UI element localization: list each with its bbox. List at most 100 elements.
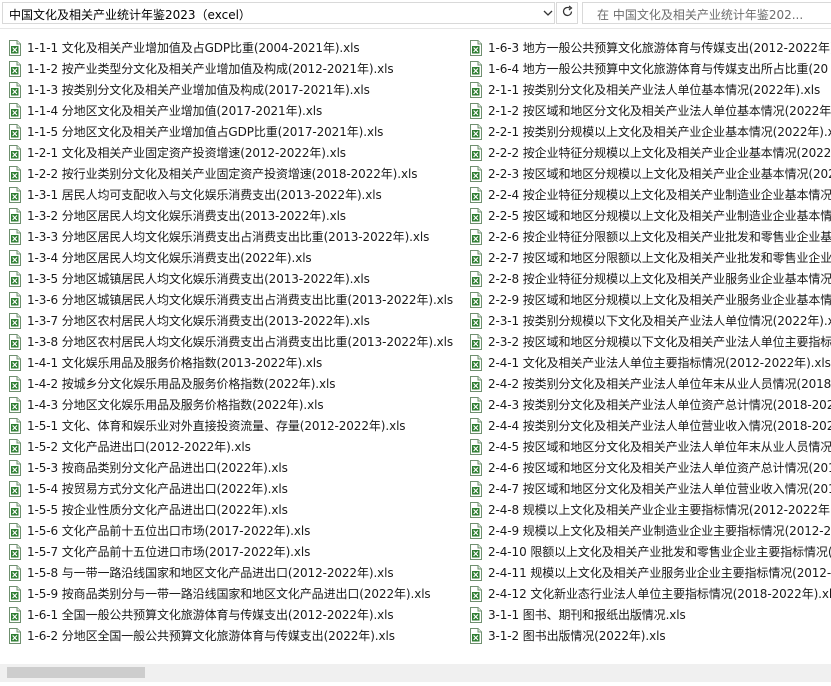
- file-item[interactable]: 2-2-2 按企业特征分规模以上文化及相关产业企业基本情况(2022: [469, 142, 831, 163]
- file-item[interactable]: 2-4-7 按区域和地区分文化及相关产业法人单位营业收入情况(201: [469, 478, 831, 499]
- file-item[interactable]: 1-6-3 地方一般公共预算文化旅游体育与传媒支出(2012-2022年): [469, 37, 831, 58]
- file-item[interactable]: 1-1-2 按产业类型分文化及相关产业增加值及构成(2012-2021年).xl…: [8, 58, 468, 79]
- refresh-icon: [561, 5, 574, 21]
- file-item[interactable]: 2-4-4 按类别分文化及相关产业法人单位营业收入情况(2018-202: [469, 415, 831, 436]
- file-item[interactable]: 1-3-4 分地区居民人均文化娱乐消费支出(2022年).xls: [8, 247, 468, 268]
- file-item[interactable]: 1-6-2 分地区全国一般公共预算文化旅游体育与传媒支出(2022年).xls: [8, 625, 468, 646]
- file-name: 2-2-8 按企业特征分规模以上文化及相关产业服务业企业基本情况: [488, 272, 831, 286]
- file-name: 2-2-6 按企业特征分限额以上文化及相关产业批发和零售业企业基: [488, 230, 831, 244]
- file-name: 2-4-3 按类别分文化及相关产业法人单位资产总计情况(2018-202: [488, 398, 831, 412]
- file-item[interactable]: 1-1-3 按类别分文化及相关产业增加值及构成(2017-2021年).xls: [8, 79, 468, 100]
- file-item[interactable]: 1-3-1 居民人均可支配收入与文化娱乐消费支出(2013-2022年).xls: [8, 184, 468, 205]
- file-name: 1-5-5 按企业性质分文化产品进出口(2022年).xls: [27, 503, 288, 517]
- excel-file-icon: [8, 207, 22, 224]
- excel-file-icon: [8, 312, 22, 329]
- file-item[interactable]: 1-3-5 分地区城镇居民人均文化娱乐消费支出(2013-2022年).xls: [8, 268, 468, 289]
- excel-file-icon: [8, 291, 22, 308]
- file-name: 1-1-4 分地区文化及相关产业增加值(2017-2021年).xls: [27, 104, 323, 118]
- file-item[interactable]: 2-4-9 规模以上文化及相关产业制造业企业主要指标情况(2012-20: [469, 520, 831, 541]
- file-item[interactable]: 1-6-4 地方一般公共预算中文化旅游体育与传媒支出所占比重(20: [469, 58, 831, 79]
- file-item[interactable]: 1-5-2 文化产品进出口(2012-2022年).xls: [8, 436, 468, 457]
- file-name: 2-3-2 按区域和地区分规模以下文化及相关产业法人单位主要指标: [488, 335, 831, 349]
- file-item[interactable]: 2-2-4 按企业特征分规模以上文化及相关产业制造业企业基本情况: [469, 184, 831, 205]
- file-name: 1-4-1 文化娱乐用品及服务价格指数(2013-2022年).xls: [27, 356, 323, 370]
- file-item[interactable]: 2-3-2 按区域和地区分规模以下文化及相关产业法人单位主要指标: [469, 331, 831, 352]
- file-item[interactable]: 1-6-1 全国一般公共预算文化旅游体育与传媒支出(2012-2022年).xl…: [8, 604, 468, 625]
- file-item[interactable]: 2-2-6 按企业特征分限额以上文化及相关产业批发和零售业企业基: [469, 226, 831, 247]
- file-item[interactable]: 2-2-7 按区域和地区分限额以上文化及相关产业批发和零售业企业: [469, 247, 831, 268]
- file-item[interactable]: 2-4-5 按区域和地区分文化及相关产业法人单位年末从业人员情况: [469, 436, 831, 457]
- file-item[interactable]: 1-5-7 文化产品前十五位进口市场(2017-2022年).xls: [8, 541, 468, 562]
- file-item[interactable]: 1-5-9 按商品类别分与一带一路沿线国家和地区文化产品进出口(2022年).x…: [8, 583, 468, 604]
- file-item[interactable]: 2-1-2 按区域和地区分文化及相关产业法人单位基本情况(2022年: [469, 100, 831, 121]
- file-name: 2-4-6 按区域和地区分文化及相关产业法人单位资产总计情况(201: [488, 461, 831, 475]
- file-item[interactable]: 2-2-1 按类别分规模以上文化及相关产业企业基本情况(2022年).x: [469, 121, 831, 142]
- file-item[interactable]: 2-4-12 文化新业态行业法人单位主要指标情况(2018-2022年).xls: [469, 583, 831, 604]
- file-item[interactable]: 1-5-1 文化、体育和娱乐业对外直接投资流量、存量(2012-2022年).x…: [8, 415, 468, 436]
- file-item[interactable]: 2-4-2 按类别分文化及相关产业法人单位年末从业人员情况(2018: [469, 373, 831, 394]
- file-name: 1-3-4 分地区居民人均文化娱乐消费支出(2022年).xls: [27, 251, 312, 265]
- excel-file-icon: [469, 81, 483, 98]
- chevron-down-icon[interactable]: [540, 5, 556, 21]
- file-item[interactable]: 1-5-6 文化产品前十五位出口市场(2017-2022年).xls: [8, 520, 468, 541]
- file-item[interactable]: 3-1-1 图书、期刊和报纸出版情况.xls: [469, 604, 831, 625]
- file-name: 1-5-3 按商品类别分文化产品进出口(2022年).xls: [27, 461, 288, 475]
- file-item[interactable]: 1-2-2 按行业类别分文化及相关产业固定资产投资增速(2018-2022年).…: [8, 163, 468, 184]
- scrollbar-thumb[interactable]: [7, 667, 145, 678]
- excel-file-icon: [469, 501, 483, 518]
- file-name: 2-4-1 文化及相关产业法人单位主要指标情况(2012-2022年).xls: [488, 356, 831, 370]
- file-item[interactable]: 1-1-5 分地区文化及相关产业增加值占GDP比重(2017-2021年).xl…: [8, 121, 468, 142]
- file-item[interactable]: 1-2-1 文化及相关产业固定资产投资增速(2012-2022年).xls: [8, 142, 468, 163]
- refresh-button[interactable]: [556, 2, 578, 24]
- file-name: 1-5-2 文化产品进出口(2012-2022年).xls: [27, 440, 251, 454]
- file-item[interactable]: 1-1-4 分地区文化及相关产业增加值(2017-2021年).xls: [8, 100, 468, 121]
- file-item[interactable]: 1-5-8 与一带一路沿线国家和地区文化产品进出口(2012-2022年).xl…: [8, 562, 468, 583]
- file-name: 2-2-1 按类别分规模以上文化及相关产业企业基本情况(2022年).x: [488, 125, 831, 139]
- file-item[interactable]: 2-4-1 文化及相关产业法人单位主要指标情况(2012-2022年).xls: [469, 352, 831, 373]
- file-name: 1-3-1 居民人均可支配收入与文化娱乐消费支出(2013-2022年).xls: [27, 188, 382, 202]
- file-name: 1-3-7 分地区农村居民人均文化娱乐消费支出(2013-2022年).xls: [27, 314, 370, 328]
- file-name: 2-1-2 按区域和地区分文化及相关产业法人单位基本情况(2022年: [488, 104, 831, 118]
- excel-file-icon: [469, 480, 483, 497]
- search-input[interactable]: 在 中国文化及相关产业统计年鉴202...: [582, 2, 831, 24]
- file-item[interactable]: 2-4-11 规模以上文化及相关产业服务业企业主要指标情况(2012-: [469, 562, 831, 583]
- file-item[interactable]: 2-2-5 按区域和地区分规模以上文化及相关产业制造业企业基本情: [469, 205, 831, 226]
- file-item[interactable]: 1-3-7 分地区农村居民人均文化娱乐消费支出(2013-2022年).xls: [8, 310, 468, 331]
- file-item[interactable]: 2-3-1 按类别分规模以下文化及相关产业法人单位情况(2022年).x: [469, 310, 831, 331]
- file-item[interactable]: 1-1-1 文化及相关产业增加值及占GDP比重(2004-2021年).xls: [8, 37, 468, 58]
- excel-file-icon: [8, 501, 22, 518]
- file-item[interactable]: 1-3-3 分地区居民人均文化娱乐消费支出占消费支出比重(2013-2022年)…: [8, 226, 468, 247]
- file-name: 2-4-11 规模以上文化及相关产业服务业企业主要指标情况(2012-: [488, 566, 831, 580]
- file-item[interactable]: 2-1-1 按类别分文化及相关产业法人单位基本情况(2022年).xls: [469, 79, 831, 100]
- path-box[interactable]: 中国文化及相关产业统计年鉴2023（excel）: [2, 2, 555, 24]
- file-item[interactable]: 1-4-3 分地区文化娱乐用品及服务价格指数(2022年).xls: [8, 394, 468, 415]
- file-name: 2-2-3 按区域和地区分规模以上文化及相关产业企业基本情况(202: [488, 167, 831, 181]
- file-item[interactable]: 2-4-10 限额以上文化及相关产业批发和零售业企业主要指标情况(: [469, 541, 831, 562]
- file-item[interactable]: 1-3-2 分地区居民人均文化娱乐消费支出(2013-2022年).xls: [8, 205, 468, 226]
- file-name: 1-4-2 按城乡分文化娱乐用品及服务价格指数(2022年).xls: [27, 377, 336, 391]
- excel-file-icon: [8, 39, 22, 56]
- file-item[interactable]: 1-3-8 分地区农村居民人均文化娱乐消费支出占消费支出比重(2013-2022…: [8, 331, 468, 352]
- file-item[interactable]: 1-5-4 按贸易方式分文化产品进出口(2022年).xls: [8, 478, 468, 499]
- file-item[interactable]: 2-4-6 按区域和地区分文化及相关产业法人单位资产总计情况(201: [469, 457, 831, 478]
- file-item[interactable]: 1-5-3 按商品类别分文化产品进出口(2022年).xls: [8, 457, 468, 478]
- file-item[interactable]: 2-4-8 规模以上文化及相关产业企业主要指标情况(2012-2022年: [469, 499, 831, 520]
- file-item[interactable]: 2-4-3 按类别分文化及相关产业法人单位资产总计情况(2018-202: [469, 394, 831, 415]
- file-item[interactable]: 2-2-8 按企业特征分规模以上文化及相关产业服务业企业基本情况: [469, 268, 831, 289]
- excel-file-icon: [469, 228, 483, 245]
- excel-file-icon: [8, 354, 22, 371]
- file-name: 1-3-2 分地区居民人均文化娱乐消费支出(2013-2022年).xls: [27, 209, 346, 223]
- file-item[interactable]: 1-5-5 按企业性质分文化产品进出口(2022年).xls: [8, 499, 468, 520]
- file-name: 1-3-5 分地区城镇居民人均文化娱乐消费支出(2013-2022年).xls: [27, 272, 370, 286]
- horizontal-scrollbar[interactable]: [0, 664, 831, 682]
- excel-file-icon: [469, 165, 483, 182]
- file-name: 2-2-2 按企业特征分规模以上文化及相关产业企业基本情况(2022: [488, 146, 831, 160]
- file-item[interactable]: 1-3-6 分地区城镇居民人均文化娱乐消费支出占消费支出比重(2013-2022…: [8, 289, 468, 310]
- excel-file-icon: [8, 102, 22, 119]
- excel-file-icon: [469, 123, 483, 140]
- file-item[interactable]: 2-2-3 按区域和地区分规模以上文化及相关产业企业基本情况(202: [469, 163, 831, 184]
- file-item[interactable]: 1-4-1 文化娱乐用品及服务价格指数(2013-2022年).xls: [8, 352, 468, 373]
- file-item[interactable]: 3-1-2 图书出版情况(2022年).xls: [469, 625, 831, 646]
- file-item[interactable]: 1-4-2 按城乡分文化娱乐用品及服务价格指数(2022年).xls: [8, 373, 468, 394]
- file-item[interactable]: 2-2-9 按区域和地区分规模以上文化及相关产业服务业企业基本情: [469, 289, 831, 310]
